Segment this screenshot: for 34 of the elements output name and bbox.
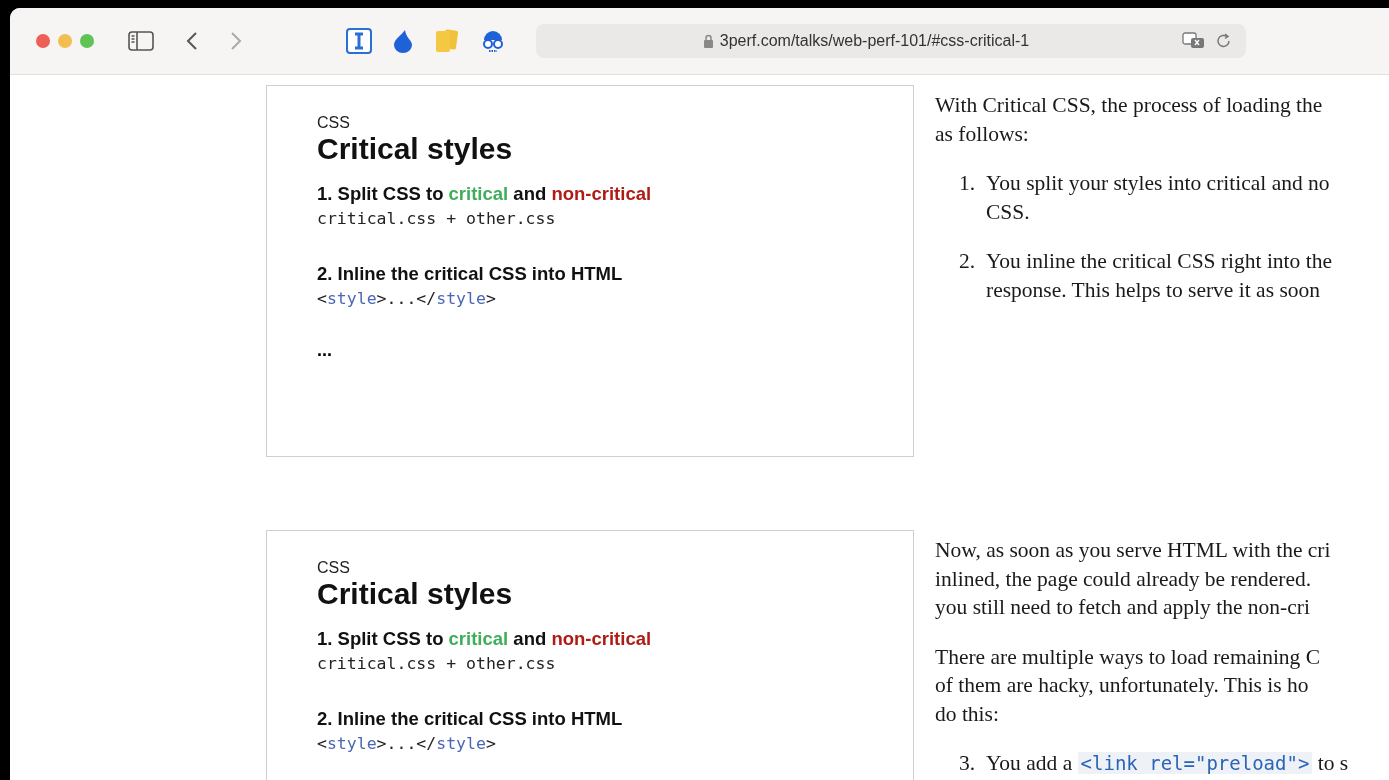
slide-point-heading: 1. Split CSS to critical and non-critical: [317, 627, 652, 651]
list-item-text: You add a <link rel="preload"> to s: [986, 750, 1349, 777]
slide-ellipsis: ...: [317, 340, 332, 361]
slide-title: Critical styles: [317, 577, 513, 611]
address-bar[interactable]: 3perf.com/talks/web-perf-101/#css-critical-1: [536, 24, 1246, 58]
code-line: critical.css + other.css: [317, 653, 556, 675]
paragraph: With Critical CSS, the process of loading the as follows:: [935, 92, 1323, 148]
code-line: <style>...</style>: [317, 288, 496, 310]
close-button[interactable]: [36, 34, 50, 48]
lock-icon: [702, 34, 714, 48]
list-number: 3.: [959, 750, 977, 777]
url-text: 3perf.com/talks/web-perf-101/#css-critical-1: [719, 32, 1030, 50]
code-line: <style>...</style>: [317, 733, 496, 755]
paragraph: Now, as soon as you serve HTML with the cri inlined, the page could already be rendered. you still need to fetch and apply the non-cri: [935, 537, 1331, 621]
slide-point-heading: 2. Inline the critical CSS into HTML: [317, 262, 623, 286]
slide-point-heading: 1. Split CSS to critical and non-critical: [317, 182, 652, 206]
sidebar-icon[interactable]: [128, 31, 154, 51]
slide-point-heading: 2. Inline the critical CSS into HTML: [317, 707, 623, 731]
drop-icon[interactable]: [392, 29, 414, 53]
list-number: 1.: [959, 170, 977, 197]
paragraph: There are multiple ways to load remaining C of them are hacky, unfortunately. This is ho do this:: [935, 643, 1321, 728]
inline-code: <link rel="preload">: [1077, 752, 1313, 774]
text-cursor-icon[interactable]: [346, 28, 372, 54]
slide-eyebrow: CSS: [317, 559, 351, 577]
back-icon[interactable]: [186, 31, 198, 51]
slide-eyebrow: CSS: [317, 114, 351, 132]
list-item-text: You split your styles into critical and no CSS.: [986, 170, 1330, 226]
list-item-text: You inline the critical CSS right into the response. This helps to serve it as soon: [986, 248, 1332, 304]
spy-icon[interactable]: [480, 29, 506, 53]
list-number: 2.: [959, 248, 977, 275]
slide-title: Critical styles: [317, 132, 513, 166]
translate-icon[interactable]: [1182, 31, 1206, 51]
code-line: critical.css + other.css: [317, 208, 556, 230]
reload-icon[interactable]: [1216, 32, 1232, 50]
